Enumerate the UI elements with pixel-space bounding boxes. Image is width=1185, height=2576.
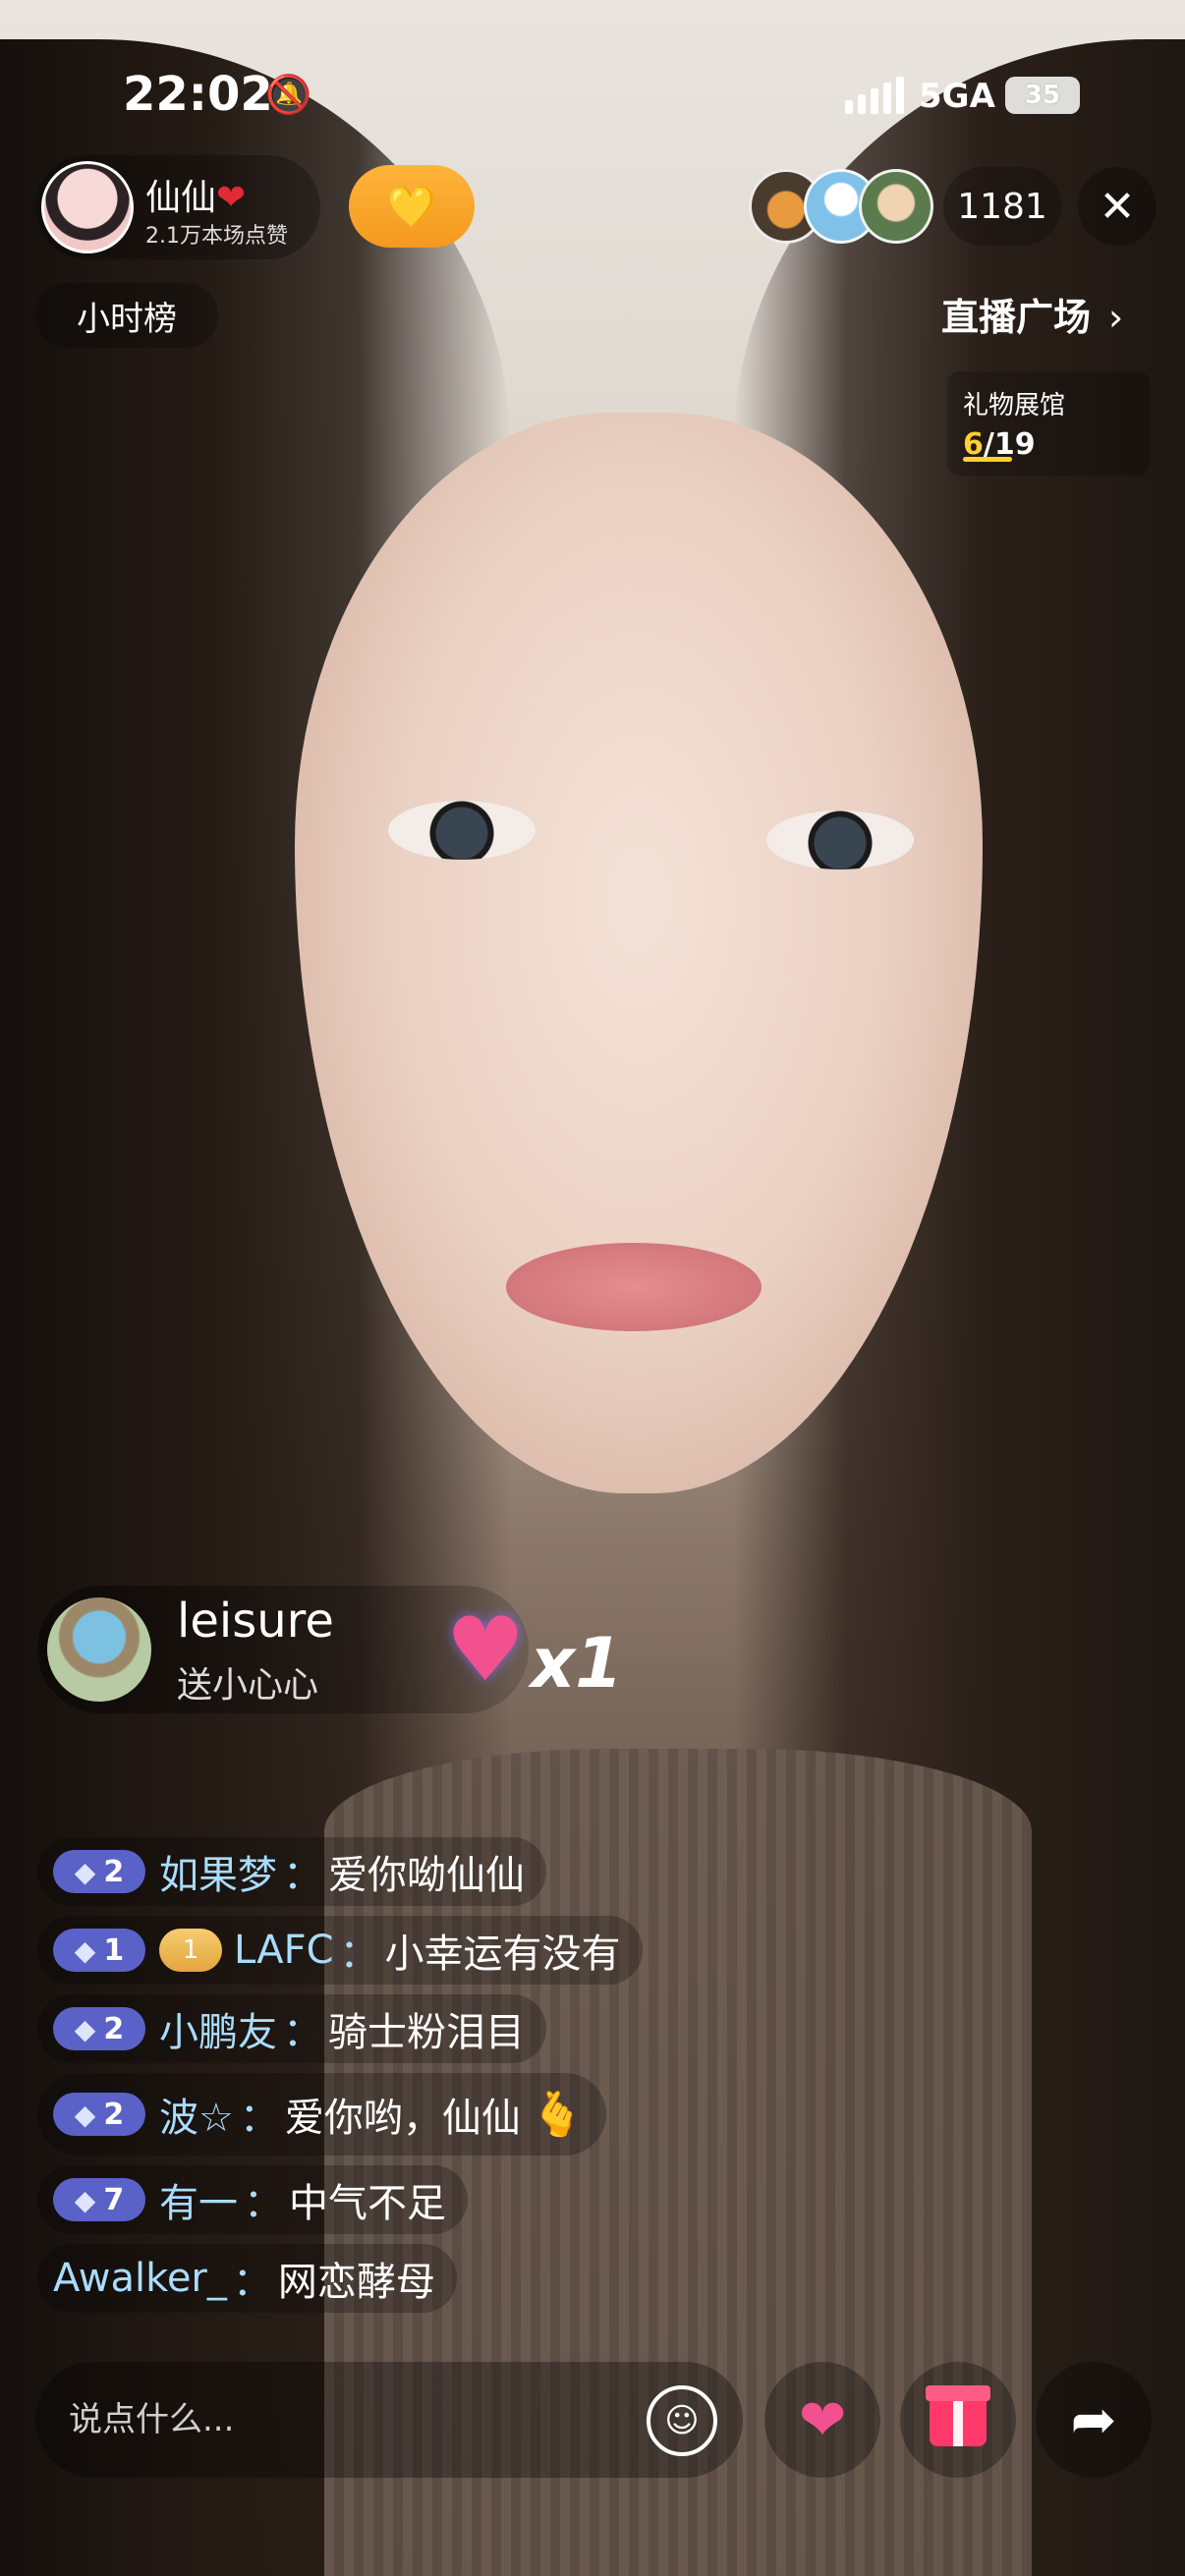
gift-notification: leisure 送小心心 ♥ <box>37 1586 529 1713</box>
chat-username[interactable]: 波☆ <box>159 2086 234 2143</box>
gift-description: 送小心心 <box>177 1665 319 1706</box>
viewer-avatar[interactable] <box>859 169 933 244</box>
diamond-icon: ◆ <box>74 1855 96 1888</box>
chat-message[interactable]: ◆ 2 如果梦 ： 爱你呦仙仙 <box>37 1837 784 1906</box>
level-badge: ◆ 2 <box>53 1850 145 1893</box>
fan-club-level: 1 <box>182 1935 199 1965</box>
gift-sender-name: leisure <box>177 1594 334 1649</box>
host-name-text: 仙仙 <box>145 178 217 218</box>
video-eye-right <box>766 811 914 869</box>
finger-heart-emoji: 🫰 <box>530 2090 585 2140</box>
chat-separator: ： <box>232 2260 272 2305</box>
comment-input[interactable] <box>35 2362 743 2478</box>
chat-username[interactable]: 如果梦 <box>159 1843 277 1900</box>
top-viewers[interactable] <box>749 165 935 248</box>
red-heart-icon: ❤ <box>216 178 247 218</box>
diamond-icon: ◆ <box>74 2098 96 2131</box>
level-badge: ◆ 2 <box>53 2007 145 2050</box>
level-number: 2 <box>103 2097 125 2132</box>
chat-text: 爱你哟，仙仙 <box>284 2096 521 2141</box>
chat-separator: ： <box>244 2181 283 2226</box>
gift-count: x1 <box>531 1623 623 1704</box>
close-button[interactable]: ✕ <box>1078 167 1157 246</box>
smiley-icon: ☺ <box>664 2401 700 2440</box>
heart-plus-icon: 💛 <box>387 184 436 230</box>
chat-text: 小幸运有没有 <box>384 1932 621 1977</box>
viewer-count-button[interactable]: 1181 <box>943 167 1061 246</box>
level-number: 2 <box>103 2011 125 2046</box>
level-badge: ◆ 2 <box>53 2093 145 2136</box>
level-number: 7 <box>103 2182 125 2217</box>
chat-message[interactable]: ◆ 2 波☆ ： 爱你哟，仙仙 🫰 <box>37 2073 784 2156</box>
gift-gallery-widget[interactable]: 礼物展馆 6/19 <box>947 371 1150 476</box>
diamond-icon: ◆ <box>74 1933 96 1967</box>
chat-message[interactable]: ◆ 1 1 LAFC ： 小幸运有没有 <box>37 1916 784 1985</box>
live-plaza-link[interactable]: 直播广场 › <box>941 287 1123 341</box>
chat-text: 爱你呦仙仙 <box>328 1853 525 1898</box>
diamond-icon: ◆ <box>74 2012 96 2045</box>
battery-level: 35 <box>1024 81 1061 110</box>
live-plaza-label: 直播广场 <box>941 296 1092 339</box>
chat-list: ◆ 2 如果梦 ： 爱你呦仙仙 ◆ 1 1 LAFC ： 小幸运有没有 ◆ 2 小鹏友… <box>37 1837 784 2323</box>
follow-button[interactable]: 💛 <box>349 165 475 248</box>
level-badge: ◆ 7 <box>53 2178 145 2221</box>
chat-username[interactable]: LAFC <box>234 1928 334 1973</box>
share-button[interactable]: ➦ <box>1036 2362 1152 2478</box>
chat-bubble: ◆ 7 有一 ： 中气不足 <box>37 2165 468 2234</box>
gift-sender-avatar[interactable] <box>47 1597 151 1702</box>
hour-rank-button[interactable]: 小时榜 <box>35 283 218 348</box>
status-time: 22:02 <box>123 67 273 122</box>
gift-gallery-title: 礼物展馆 <box>963 391 1066 420</box>
level-number: 1 <box>103 1932 125 1968</box>
small-heart-gift-icon: ♥ <box>445 1598 526 1702</box>
video-lips <box>506 1243 762 1331</box>
chat-username[interactable]: 有一 <box>159 2171 238 2228</box>
host-name: 仙仙❤ <box>145 169 246 220</box>
chat-username[interactable]: 小鹏友 <box>159 2000 277 2057</box>
host-profile-card[interactable]: 仙仙❤ 2.1万本场点赞 <box>35 155 320 259</box>
chat-bubble: ◆ 2 小鹏友 ： 骑士粉泪目 <box>37 1994 546 2063</box>
gift-gallery-progress-bar <box>963 457 1012 462</box>
bell-muted-icon: 🔕 <box>265 73 312 116</box>
gift-box-icon <box>926 2385 990 2446</box>
chat-bubble: ◆ 2 如果梦 ： 爱你呦仙仙 <box>37 1837 546 1906</box>
gift-button[interactable] <box>900 2362 1016 2478</box>
chat-separator: ： <box>283 1853 322 1898</box>
battery-icon: 35 <box>1005 77 1080 114</box>
video-eye-left <box>388 801 536 860</box>
emoji-button[interactable]: ☺ <box>647 2385 717 2456</box>
chat-bubble: ◆ 2 波☆ ： 爱你哟，仙仙 🫰 <box>37 2073 606 2156</box>
signal-strength-icon <box>845 77 904 114</box>
chat-text: 网恋酵母 <box>277 2260 435 2305</box>
chat-text: 中气不足 <box>289 2181 446 2226</box>
chat-bubble: Awalker_ ： 网恋酵母 <box>37 2244 457 2313</box>
host-like-count: 2.1万本场点赞 <box>145 224 288 249</box>
chevron-right-icon: › <box>1108 296 1124 339</box>
share-arrow-icon: ➦ <box>1070 2387 1117 2452</box>
send-heart-button[interactable]: ❤ <box>764 2362 880 2478</box>
level-badge: ◆ 1 <box>53 1929 145 1972</box>
chat-bubble: ◆ 1 1 LAFC ： 小幸运有没有 <box>37 1916 643 1985</box>
fan-club-badge: 1 <box>159 1929 222 1972</box>
network-type: 5GA <box>919 77 995 116</box>
chat-message[interactable]: ◆ 2 小鹏友 ： 骑士粉泪目 <box>37 1994 784 2063</box>
chat-message[interactable]: Awalker_ ： 网恋酵母 <box>37 2244 784 2313</box>
chat-separator: ： <box>239 2096 279 2141</box>
host-avatar[interactable] <box>41 161 134 253</box>
chat-message[interactable]: ◆ 7 有一 ： 中气不足 <box>37 2165 784 2234</box>
chat-separator: ： <box>339 1932 379 1977</box>
heart-icon: ❤ <box>798 2386 847 2453</box>
chat-text: 骑士粉泪目 <box>328 2010 525 2055</box>
diamond-icon: ◆ <box>74 2183 96 2216</box>
chat-separator: ： <box>283 2010 322 2055</box>
chat-username[interactable]: Awalker_ <box>53 2256 227 2301</box>
level-number: 2 <box>103 1854 125 1889</box>
close-icon: ✕ <box>1099 181 1136 232</box>
